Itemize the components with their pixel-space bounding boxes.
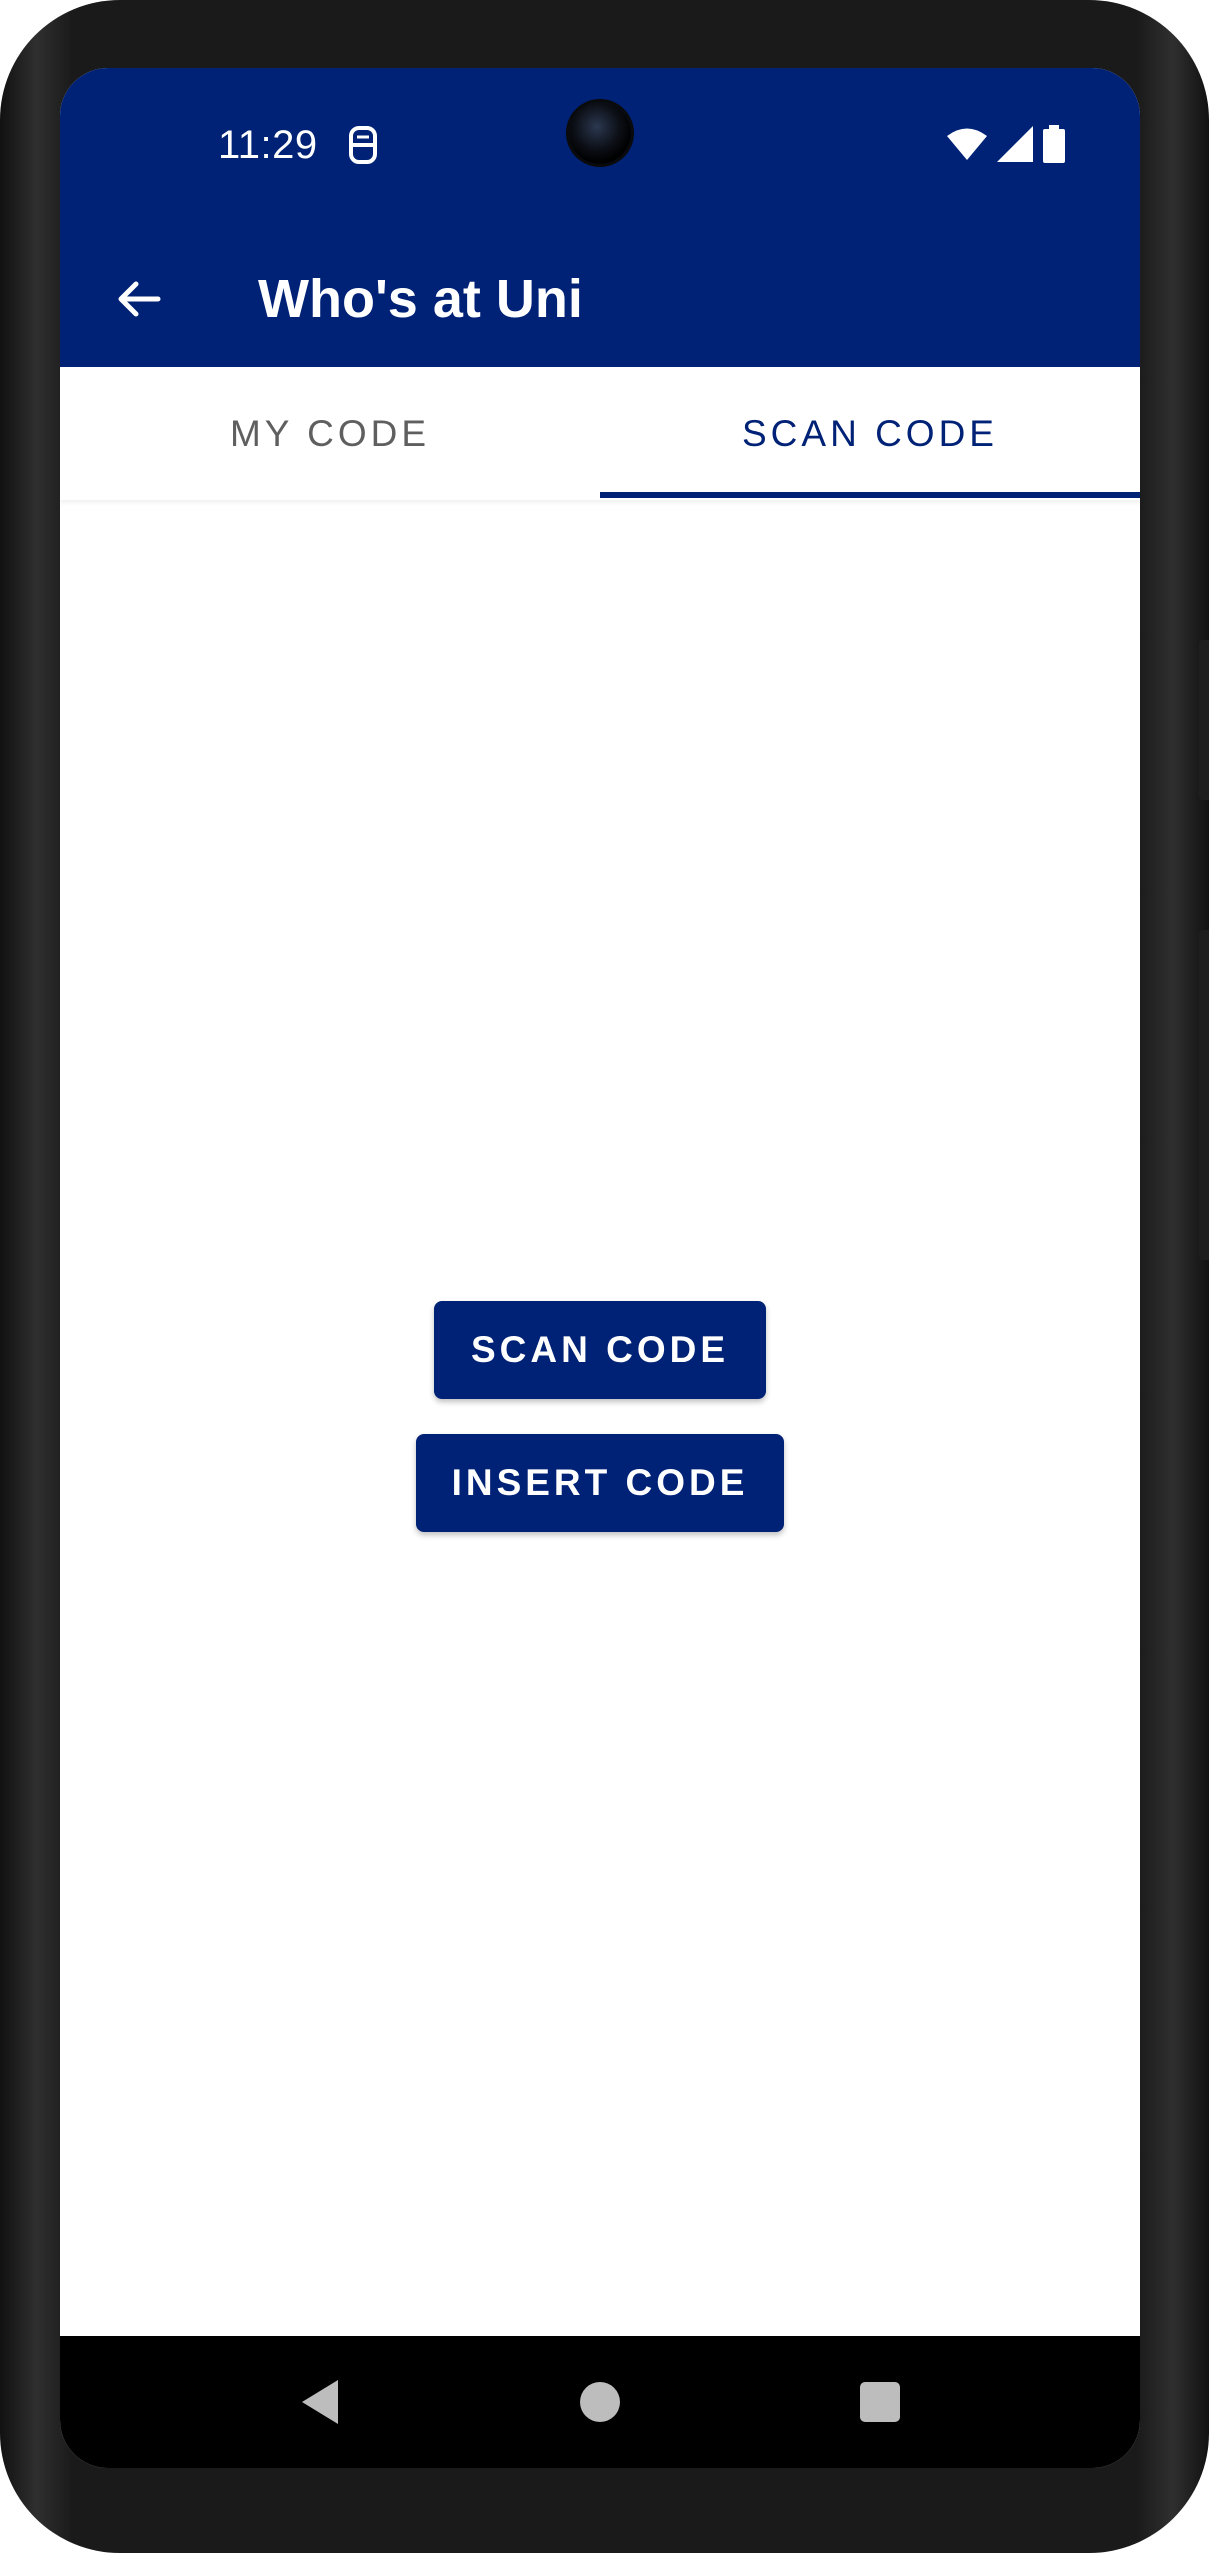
status-bar: 11:29 [60,68,1140,231]
insert-code-button[interactable]: INSERT CODE [416,1434,784,1532]
tab-scan-code[interactable]: SCAN CODE [600,367,1140,500]
wifi-icon [947,128,987,160]
tab-indicator [600,492,1140,498]
signal-icon [997,126,1033,162]
status-time: 11:29 [218,123,318,167]
nav-recents-button[interactable] [850,2372,910,2432]
tab-label: SCAN CODE [742,412,998,454]
power-button [1199,640,1209,800]
app-toolbar: Who's at Uni [60,231,1140,367]
page-title: Who's at Uni [258,269,583,329]
battery-icon [1043,125,1065,163]
phone-frame: 11:29 Who's at Uni MY CODE SCAN CODE SCA… [0,0,1209,2553]
back-button[interactable] [100,261,176,337]
arrow-back-icon [118,281,161,317]
status-icons [947,124,1065,164]
insert-code-button-label: INSERT CODE [451,1462,749,1503]
nav-back-button[interactable] [290,2372,350,2432]
system-nav-bar [60,2336,1140,2468]
tab-my-code[interactable]: MY CODE [60,367,600,500]
recents-square-icon [860,2382,900,2422]
front-camera [569,102,631,164]
scan-code-button-label: SCAN CODE [470,1329,730,1370]
sim-icon [349,126,377,164]
back-triangle-icon [302,2380,338,2424]
home-circle-icon [580,2382,620,2422]
volume-button [1199,930,1209,1260]
scan-code-button[interactable]: SCAN CODE [434,1301,766,1399]
nav-home-button[interactable] [570,2372,630,2432]
tab-label: MY CODE [229,412,430,454]
tab-bar: MY CODE SCAN CODE [60,367,1140,500]
screen: 11:29 Who's at Uni MY CODE SCAN CODE SCA… [60,68,1140,2468]
